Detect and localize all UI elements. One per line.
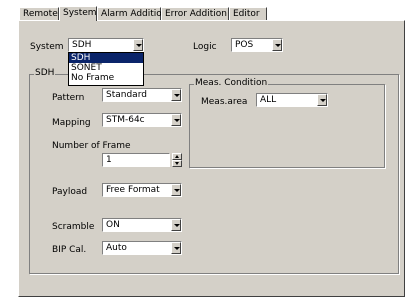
payload-label: Payload — [52, 187, 88, 197]
chevron-down-icon — [174, 224, 180, 227]
logic-label: Logic — [193, 42, 217, 52]
system-option-sdh[interactable]: SDH — [69, 53, 143, 63]
payload-dropdown-button[interactable] — [171, 184, 181, 196]
tab-label: Editor — [233, 9, 260, 19]
scramble-select[interactable]: ON — [102, 218, 182, 232]
bip-cal-select[interactable]: Auto — [102, 241, 182, 255]
chevron-down-icon — [136, 44, 142, 47]
meas-area-label: Meas.area — [201, 97, 248, 107]
chevron-down-icon — [174, 94, 180, 97]
system-value: SDH — [72, 40, 92, 50]
spin-down-button[interactable] — [172, 160, 182, 167]
scramble-value: ON — [106, 220, 120, 230]
pattern-label: Pattern — [52, 93, 85, 103]
chevron-down-icon — [320, 99, 326, 102]
sdh-group-title: SDH — [34, 68, 56, 78]
number-of-frame-value: 1 — [106, 155, 112, 165]
payload-value: Free Format — [106, 185, 160, 195]
mapping-select[interactable]: STM-64c — [102, 113, 182, 127]
payload-select[interactable]: Free Format — [102, 183, 182, 197]
tab-error-addition[interactable]: Error Addition — [161, 7, 229, 20]
chevron-down-icon — [174, 189, 180, 192]
chevron-down-icon — [174, 247, 180, 250]
system-dropdown-list: SDH SONET No Frame — [68, 52, 144, 86]
mapping-label: Mapping — [52, 118, 91, 128]
tab-remote[interactable]: Remote — [19, 7, 59, 20]
number-of-frame-input[interactable]: 1 — [102, 153, 170, 167]
arrow-up-icon — [175, 155, 179, 158]
tab-label: Error Addition — [165, 9, 227, 19]
system-select[interactable]: SDH — [68, 38, 144, 52]
tab-label: Remote — [23, 9, 58, 19]
scramble-dropdown-button[interactable] — [171, 219, 181, 231]
tab-alarm-addition[interactable]: Alarm Addition — [97, 7, 168, 20]
pattern-value: Standard — [106, 90, 147, 100]
number-of-frame-label: Number of Frame — [52, 141, 131, 151]
system-option-no-frame[interactable]: No Frame — [69, 73, 143, 83]
pattern-select[interactable]: Standard — [102, 88, 182, 102]
tab-editor[interactable]: Editor — [229, 7, 267, 20]
tab-system[interactable]: System — [59, 6, 97, 21]
scramble-label: Scramble — [52, 222, 95, 232]
chevron-down-icon — [174, 119, 180, 122]
mapping-value: STM-64c — [106, 115, 145, 125]
arrow-down-icon — [175, 162, 179, 165]
spin-up-button[interactable] — [172, 153, 182, 160]
meas-condition-title: Meas. Condition — [194, 78, 269, 88]
logic-select[interactable]: POS — [231, 38, 283, 52]
pattern-dropdown-button[interactable] — [171, 89, 181, 101]
bip-cal-label: BIP Cal. — [52, 245, 87, 255]
system-dropdown-button[interactable] — [133, 39, 143, 51]
bip-cal-value: Auto — [106, 243, 127, 253]
bip-cal-dropdown-button[interactable] — [171, 242, 181, 254]
mapping-dropdown-button[interactable] — [171, 114, 181, 126]
chevron-down-icon — [275, 44, 281, 47]
tab-label: Alarm Addition — [101, 9, 168, 19]
tab-label: System — [63, 8, 97, 18]
meas-area-value: ALL — [260, 95, 277, 105]
logic-dropdown-button[interactable] — [272, 39, 282, 51]
meas-area-dropdown-button[interactable] — [317, 94, 327, 106]
meas-area-select[interactable]: ALL — [256, 93, 328, 107]
system-label: System — [30, 42, 64, 52]
system-option-sonet[interactable]: SONET — [69, 63, 143, 73]
logic-value: POS — [235, 40, 254, 50]
